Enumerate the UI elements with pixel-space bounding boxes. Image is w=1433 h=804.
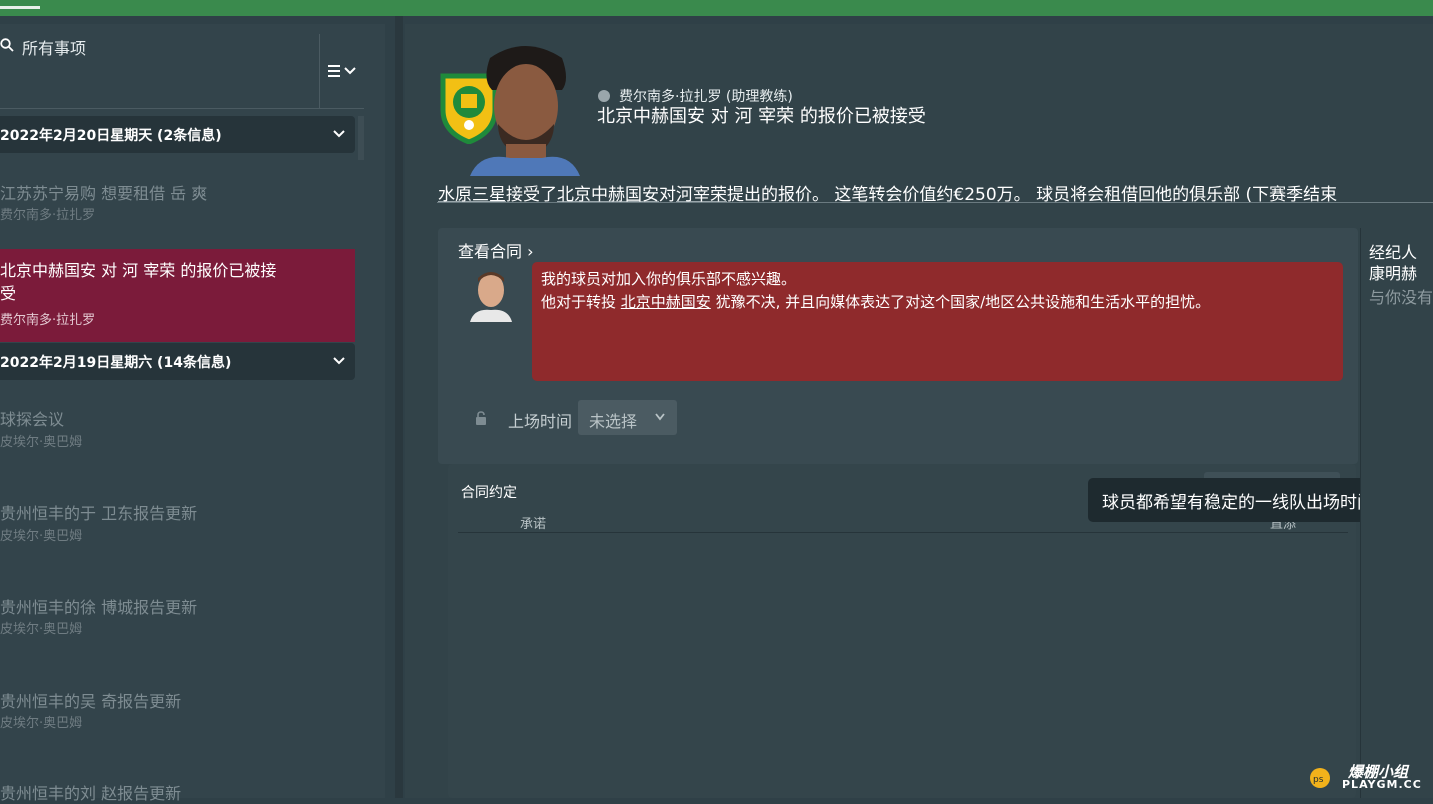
divider xyxy=(0,108,364,109)
inbox-message-item[interactable]: 球探会议 皮埃尔·奥巴姆 xyxy=(0,398,355,468)
message-title: 贵州恒丰的徐 博城报告更新 xyxy=(0,598,198,617)
agent-name[interactable]: 康明赫 xyxy=(1369,260,1417,284)
top-navigation-bar xyxy=(0,0,1433,16)
agent-reply-bubble: 我的球员对加入你的俱乐部不感兴趣。 他对于转投 北京中赫国安 犹豫不决, 并且向… xyxy=(532,262,1343,381)
inbox-filter-label[interactable]: 所有事项 xyxy=(22,35,86,59)
playing-time-label: 上场时间 xyxy=(508,412,573,431)
watermark-logo-icon: ps xyxy=(1310,768,1330,788)
date-group-label: 2022年2月20日星期天 (2条信息) xyxy=(0,128,222,144)
inbox-message-item[interactable]: 贵州恒丰的于 卫东报告更新 皮埃尔·奥巴姆 xyxy=(0,492,355,562)
playing-time-value: 未选择 xyxy=(589,412,638,431)
message-title: 贵州恒丰的吴 奇报告更新 xyxy=(0,692,182,711)
message-sender: 皮埃尔·奥巴姆 xyxy=(0,529,83,544)
search-icon[interactable] xyxy=(0,38,14,52)
message-subject: 北京中赫国安 对 河 宰荣 的报价已被接受 xyxy=(597,106,926,127)
agent-note: 与你没有 xyxy=(1369,288,1433,307)
chevron-right-icon: › xyxy=(527,242,534,261)
message-title: 北京中赫国安 对 河 宰荣 的报价已被接受 xyxy=(0,261,277,303)
message-sender: 皮埃尔·奥巴姆 xyxy=(0,622,83,637)
message-sender: 皮埃尔·奥巴姆 xyxy=(0,435,83,450)
column-header-promise: 承诺 xyxy=(520,517,547,532)
date-group-header[interactable]: 2022年2月20日星期天 (2条信息) xyxy=(0,116,355,153)
chevron-down-icon xyxy=(655,413,665,421)
message-sender: 费尔南多·拉扎罗 xyxy=(0,313,96,328)
agent-reply-line: 他对于转投 北京中赫国安 犹豫不决, 并且向媒体表达了对这个国家/地区公共设施和… xyxy=(541,291,1210,312)
message-sender: 皮埃尔·奥巴姆 xyxy=(0,716,83,731)
club-link[interactable]: 北京中赫国安 xyxy=(621,293,711,311)
message-title: 球探会议 xyxy=(0,410,65,429)
view-contract-link[interactable]: 查看合同 › xyxy=(458,238,534,262)
reply-text: 他对于转投 xyxy=(541,293,621,311)
panel-divider xyxy=(395,16,403,798)
date-group-header[interactable]: 2022年2月19日星期六 (14条信息) xyxy=(0,343,355,380)
active-tab-indicator xyxy=(0,6,40,9)
date-group-label: 2022年2月19日星期六 (14条信息) xyxy=(0,355,232,371)
inbox-message-item[interactable]: 贵州恒丰的徐 博城报告更新 皮埃尔·奥巴姆 xyxy=(0,586,355,656)
tooltip-text: 球员都希望有稳定的一线队出场时间. xyxy=(1102,493,1380,513)
inbox-message-item-selected[interactable]: 北京中赫国安 对 河 宰荣 的报价已被接受 费尔南多·拉扎罗 xyxy=(0,249,355,342)
inbox-message-item[interactable]: 贵州恒丰的吴 奇报告更新 皮埃尔·奥巴姆 xyxy=(0,680,355,750)
inbox-message-item[interactable]: 江苏苏宁易购 想要租借 岳 爽 费尔南多·拉扎罗 xyxy=(0,170,355,240)
sort-menu-icon[interactable] xyxy=(328,62,358,82)
watermark-url: PLAYGM.CC xyxy=(1342,778,1422,791)
divider xyxy=(319,34,320,108)
playing-time-select[interactable]: 未选择 xyxy=(578,400,677,435)
chevron-down-icon xyxy=(333,357,345,365)
message-title: 江苏苏宁易购 想要租借 岳 爽 xyxy=(0,184,208,203)
agent-avatar[interactable] xyxy=(470,268,512,322)
info-icon[interactable] xyxy=(598,90,610,102)
message-title: 贵州恒丰的刘 赵报告更新 xyxy=(0,784,182,803)
message-title: 贵州恒丰的于 卫东报告更新 xyxy=(0,504,198,523)
agent-reply-line: 我的球员对加入你的俱乐部不感兴趣。 xyxy=(541,270,797,288)
divider xyxy=(458,532,1348,533)
view-contract-label: 查看合同 xyxy=(458,242,523,261)
sender-portrait[interactable] xyxy=(470,40,580,176)
agent-panel xyxy=(1360,228,1433,798)
chevron-down-icon xyxy=(333,130,345,138)
svg-text:ps: ps xyxy=(1313,775,1324,785)
divider xyxy=(437,202,1433,203)
message-sender: 费尔南多·拉扎罗 xyxy=(0,208,96,223)
lock-icon[interactable] xyxy=(475,411,487,425)
reply-text: 犹豫不决, 并且向媒体表达了对这个国家/地区公共设施和生活水平的担忧。 xyxy=(710,293,1211,311)
inbox-message-item[interactable]: 贵州恒丰的刘 赵报告更新 xyxy=(0,772,355,803)
scrollbar[interactable] xyxy=(358,116,364,160)
contract-terms-title: 合同约定 xyxy=(461,485,517,501)
